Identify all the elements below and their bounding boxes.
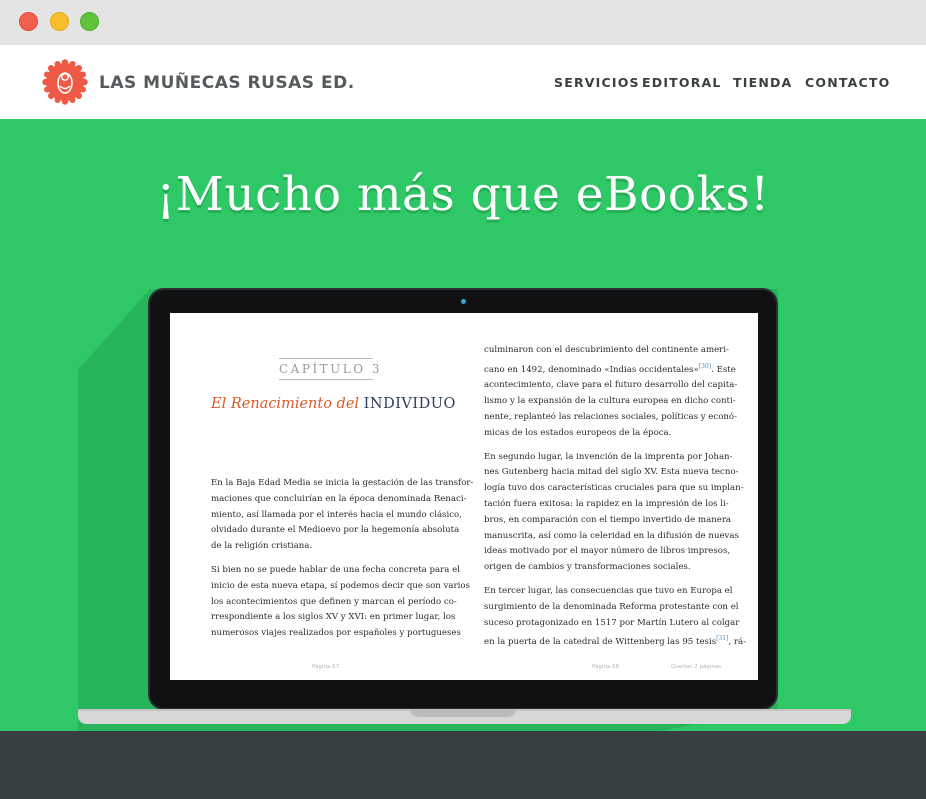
text-line: culminaron con el descubrimiento del con… — [484, 345, 729, 355]
pages-remaining: Quedan 2 páginas — [671, 664, 722, 670]
text-line: numerosos viajes realizados por españole… — [211, 628, 461, 639]
text-line: nente, replanteó las relaciones sociales… — [484, 412, 737, 423]
chapter-title-italic: El Renacimiento del — [211, 396, 360, 412]
text-line: miento, así llamada por el interés hacia… — [211, 509, 462, 520]
chapter-label: CAPÍTULO 3 — [279, 358, 380, 380]
text-line: En segundo lugar, la invención de la imp… — [484, 451, 733, 462]
nav-editorial[interactable]: EDITORAL — [642, 75, 722, 90]
paragraph: En segundo lugar, la invención de la imp… — [484, 450, 744, 576]
text-line: acontecimiento, clave para el futuro des… — [484, 380, 738, 391]
page-right-text: culminaron con el descubrimiento del con… — [484, 343, 747, 659]
chapter-title-caps: INDIVIDUO — [363, 396, 456, 412]
text-line: lismo y la expansión de la cultura europ… — [484, 396, 736, 407]
page-left-text: En la Baja Edad Media se inicia la gesta… — [211, 476, 474, 650]
paragraph: culminaron con el descubrimiento del con… — [484, 343, 738, 442]
nav-servicios[interactable]: SERVICIOS — [554, 75, 640, 90]
text-line: micas de los estados europeos de la époc… — [484, 427, 672, 438]
footnote-marker[interactable]: [30] — [699, 363, 711, 370]
footer-band — [0, 731, 926, 799]
text-line: logía tuvo dos características cruciales… — [484, 483, 744, 494]
paragraph: En tercer lugar, las consecuencias que t… — [484, 584, 747, 651]
logo-icon[interactable] — [41, 58, 89, 106]
brand-name[interactable]: LAS MUÑECAS RUSAS ED. — [99, 73, 355, 93]
nav-tienda[interactable]: TIENDA — [733, 75, 792, 90]
text-line: de la religión cristiana. — [211, 541, 313, 552]
page-number-right: Página 68 — [592, 664, 620, 670]
paragraph: En la Baja Edad Media se inicia la gesta… — [211, 476, 474, 555]
maximize-window-button[interactable] — [80, 12, 99, 31]
text-line: maciones que concluirían en la época den… — [211, 493, 467, 504]
text-line: ideas motivado por el mayor número de li… — [484, 546, 731, 557]
close-window-button[interactable] — [19, 12, 38, 31]
text-line: olvidado durante el Medioevo por la hege… — [211, 525, 460, 536]
nav-contacto[interactable]: CONTACTO — [805, 75, 890, 90]
site-header: LAS MUÑECAS RUSAS ED. SERVICIOS EDITORAL… — [0, 45, 926, 119]
text-line: cano en 1492, denominado «Indias occiden… — [484, 362, 736, 375]
camera-icon — [461, 299, 466, 304]
text-line: manuscrita, así como la celeridad en la … — [484, 530, 739, 541]
footnote-marker[interactable]: [31] — [716, 635, 728, 642]
paragraph: Si bien no se puede hablar de una fecha … — [211, 563, 470, 642]
browser-titlebar — [0, 0, 926, 45]
text-line: Si bien no se puede hablar de una fecha … — [211, 564, 460, 575]
text-line: en la puerta de la catedral de Wittenber… — [484, 635, 747, 648]
text-line: nes Gutenberg hacia mitad del siglo XV. … — [484, 467, 739, 478]
chapter-title: El Renacimiento del INDIVIDUO — [211, 396, 456, 412]
text-line: tación fuera exitosa: la rapidez en la i… — [484, 499, 729, 510]
text-line: los acontecimientos que definen y marcan… — [211, 596, 457, 607]
text-line: En tercer lugar, las consecuencias que t… — [484, 586, 733, 597]
text-line: suceso protagonizado en 1517 por Martín … — [484, 617, 740, 628]
ebook-screen: CAPÍTULO 3 El Renacimiento del INDIVIDUO… — [170, 313, 758, 680]
text-line: rrespondiente a los siglos XV y XVI: en … — [211, 612, 456, 623]
page-number-left: Página 67 — [312, 664, 340, 670]
minimize-window-button[interactable] — [50, 12, 69, 31]
laptop-base-notch — [410, 709, 516, 717]
text-line: bros, en comparación con el tiempo inver… — [484, 514, 732, 525]
text-line: inicio de esta nueva etapa, sí podemos d… — [211, 580, 470, 591]
text-line: origen de cambios y transformaciones soc… — [484, 562, 691, 573]
text-line: En la Baja Edad Media se inicia la gesta… — [211, 478, 474, 488]
text-line: surgimiento de la denominada Reforma pro… — [484, 601, 739, 612]
hero-headline: ¡Mucho más que eBooks! — [156, 167, 770, 222]
